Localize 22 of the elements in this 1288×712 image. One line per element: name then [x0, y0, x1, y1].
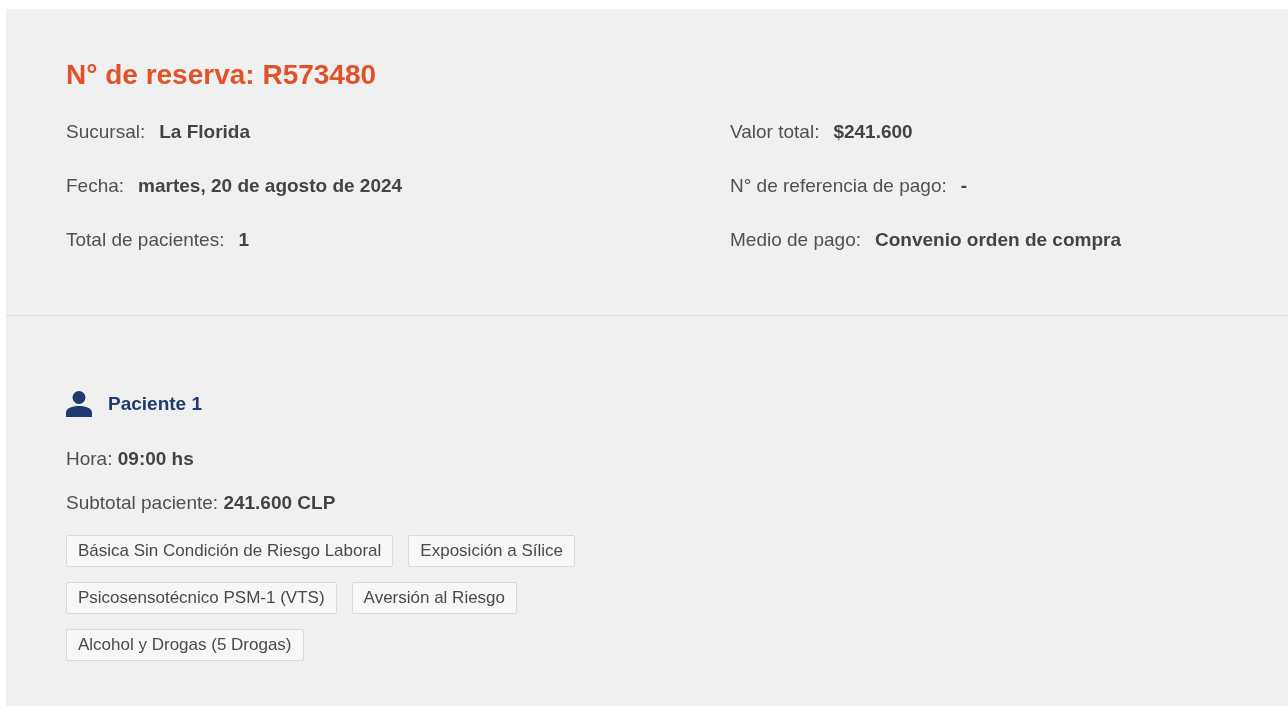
detail-value: La Florida [159, 120, 250, 144]
detail-label: Total de pacientes: [66, 228, 225, 252]
exam-tag: Básica Sin Condición de Riesgo Laboral [66, 535, 394, 567]
reservation-title: N° de reserva: R573480 [66, 58, 378, 92]
exam-tag: Exposición a Sílice [408, 535, 576, 567]
detail-value: Convenio orden de compra [875, 228, 1121, 252]
patient-title: Paciente 1 [108, 392, 202, 416]
person-icon [66, 391, 92, 417]
detail-value: 1 [238, 228, 250, 252]
patient-field: Subtotal paciente: 241.600 CLP [66, 491, 336, 515]
detail-label: Sucursal: [66, 120, 146, 144]
detail-label: N° de referencia de pago: [730, 174, 947, 198]
detail-value: martes, 20 de agosto de 2024 [138, 174, 403, 198]
exam-tag: Aversión al Riesgo [351, 582, 518, 614]
detail-label: Valor total: [730, 120, 820, 144]
exam-tag: Psicosensotécnico PSM-1 (VTS) [66, 582, 337, 614]
patient-field: Hora: 09:00 hs [66, 447, 194, 471]
detail-value: - [960, 174, 968, 198]
detail-value: $241.600 [833, 120, 913, 144]
detail-label: Fecha: [66, 174, 125, 198]
detail-label: Medio de pago: [730, 228, 861, 252]
exam-tag: Alcohol y Drogas (5 Drogas) [66, 629, 304, 661]
